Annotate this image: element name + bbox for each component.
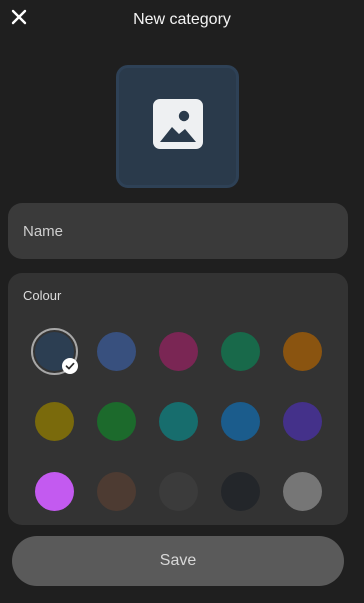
page-title: New category (133, 11, 231, 28)
top-bar: New category (0, 0, 364, 40)
name-input[interactable] (8, 203, 348, 259)
colour-swatch[interactable] (159, 332, 198, 371)
colour-label: Colour (23, 288, 62, 303)
colour-swatch[interactable] (283, 472, 322, 511)
colour-swatch[interactable] (283, 402, 322, 441)
colour-swatch[interactable] (35, 472, 74, 511)
check-icon (62, 358, 78, 374)
save-button[interactable]: Save (12, 536, 344, 586)
colour-swatch[interactable] (159, 402, 198, 441)
image-icon (152, 99, 203, 154)
colour-swatch[interactable] (97, 332, 136, 371)
name-field[interactable] (8, 203, 348, 259)
colour-swatch[interactable] (283, 332, 322, 371)
colour-swatch[interactable] (221, 402, 260, 441)
colour-swatch[interactable] (35, 402, 74, 441)
colour-swatch[interactable] (221, 332, 260, 371)
colour-swatch[interactable] (159, 472, 198, 511)
colour-swatch[interactable] (97, 472, 136, 511)
category-icon-picker[interactable] (116, 65, 239, 188)
colour-picker-panel: Colour (8, 273, 348, 525)
colour-swatch[interactable] (97, 402, 136, 441)
colour-swatch[interactable] (221, 472, 260, 511)
